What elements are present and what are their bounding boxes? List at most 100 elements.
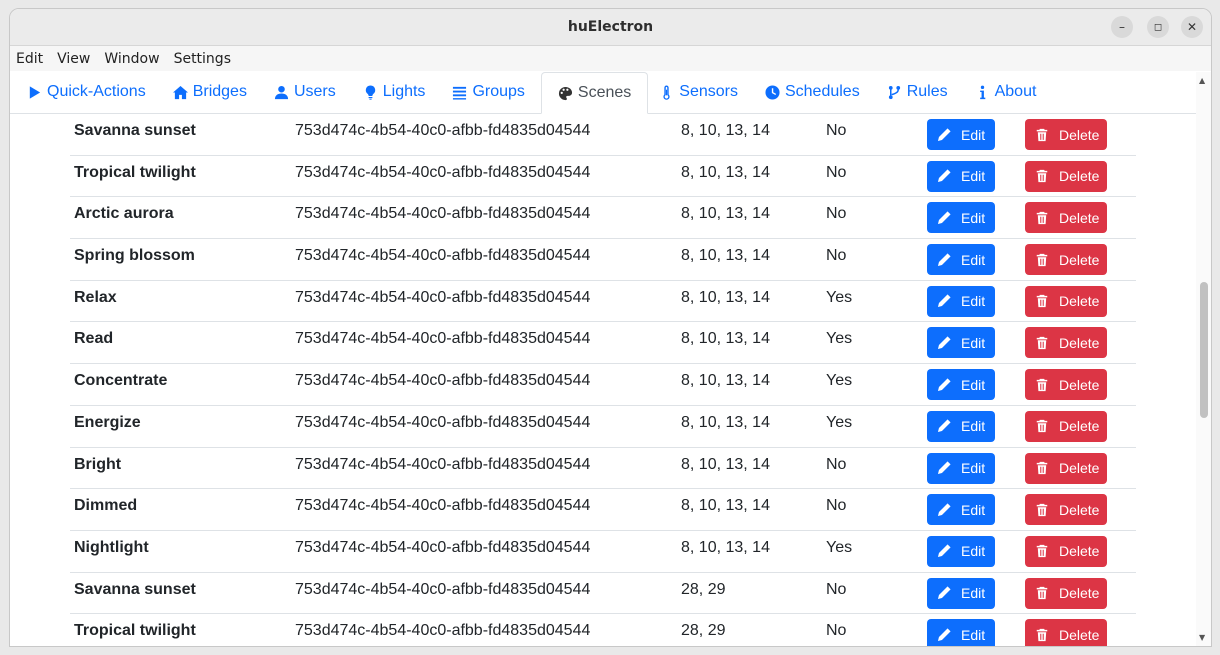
delete-label: Delete [1059,251,1100,268]
close-icon: ✕ [1186,20,1198,34]
edit-button[interactable]: Edit [927,119,995,150]
edit-label: Edit [961,293,986,310]
edit-label: Edit [961,543,986,560]
delete-button[interactable]: Delete [1025,619,1107,646]
scrollbar[interactable]: ▲ ▼ [1196,72,1211,646]
scene-lights: 8, 10, 13, 14 [681,497,770,515]
delete-label: Delete [1059,126,1100,143]
edit-button[interactable]: Edit [927,160,995,192]
tab-lights[interactable]: Lights [352,71,442,113]
scene-recycle: Yes [826,372,853,390]
pencil-icon [937,628,961,642]
edit-button[interactable]: Edit [927,577,995,609]
scene-name: Arctic aurora [74,205,174,223]
minimize-button[interactable]: – [1111,16,1133,38]
edit-button[interactable]: Edit [927,285,995,317]
tab-quick-actions[interactable]: Quick-Actions [16,71,162,113]
info-icon [975,85,995,100]
scene-name: Nightlight [74,538,149,556]
scene-lights: 8, 10, 13, 14 [681,455,770,473]
scrollbar-thumb[interactable] [1200,282,1208,418]
list-icon [452,85,472,100]
menu-view[interactable]: View [57,51,90,67]
scene-lights: 8, 10, 13, 14 [681,247,770,265]
edit-button[interactable]: Edit [927,244,995,276]
scene-lights: 8, 10, 13, 14 [681,205,770,223]
delete-button[interactable]: Delete [1025,369,1107,401]
edit-button[interactable]: Edit [927,535,995,567]
delete-button[interactable]: Delete [1025,410,1107,442]
scenes-table: Savanna sunset 753d474c-4b54-40c0-afbb-fd… [70,114,1136,646]
pencil-icon [937,378,961,392]
menu-settings[interactable]: Settings [174,51,231,67]
delete-label: Delete [1059,293,1100,310]
delete-button[interactable]: Delete [1025,535,1107,567]
maximize-button[interactable]: ◻ [1147,16,1169,38]
tab-about[interactable]: About [964,71,1053,113]
scene-id: 753d474c-4b54-40c0-afbb-fd4835d04544 [295,205,591,223]
delete-label: Delete [1059,209,1100,226]
scene-recycle: Yes [826,538,853,556]
scene-name: Tropical twilight [74,163,196,181]
scene-name: Energize [74,413,141,431]
menu-edit[interactable]: Edit [16,51,43,67]
scene-id: 753d474c-4b54-40c0-afbb-fd4835d04544 [295,330,591,348]
tab-bridges[interactable]: Bridges [162,71,263,113]
scroll-down-icon[interactable]: ▼ [1199,633,1205,642]
scene-lights: 8, 10, 13, 14 [681,413,770,431]
scene-recycle: No [826,497,847,515]
tab-label: Schedules [784,83,860,100]
delete-button[interactable]: Delete [1025,327,1107,359]
close-button[interactable]: ✕ [1181,16,1203,38]
edit-button[interactable]: Edit [927,494,995,526]
scene-name: Savanna sunset [74,580,196,598]
pencil-icon [937,127,961,142]
table-row: Concentrate 753d474c-4b54-40c0-afbb-fd483… [70,364,1136,406]
delete-button[interactable]: Delete [1025,202,1107,234]
trash-icon [1035,211,1059,225]
menu-bar: Edit View Window Settings [10,46,1211,71]
trash-icon [1035,628,1059,642]
delete-label: Delete [1059,418,1100,435]
delete-button[interactable]: Delete [1025,119,1107,150]
delete-button[interactable]: Delete [1025,160,1107,192]
tab-bar: Quick-Actions Bridges Users Lights Groups Sce… [10,72,1211,114]
delete-button[interactable]: Delete [1025,244,1107,276]
scene-recycle: No [826,622,847,640]
delete-label: Delete [1059,626,1100,643]
tab-groups[interactable]: Groups [441,71,540,113]
table-row: Tropical twilight 753d474c-4b54-40c0-afbb… [70,614,1136,646]
tab-sensors[interactable]: Sensors [648,71,754,113]
thermometer-icon [659,84,679,100]
tab-users[interactable]: Users [263,71,352,113]
scene-recycle: No [826,247,847,265]
scene-lights: 28, 29 [681,580,726,598]
scroll-up-icon[interactable]: ▲ [1199,76,1205,85]
menu-window[interactable]: Window [104,51,159,67]
edit-button[interactable]: Edit [927,202,995,234]
lightbulb-icon [363,84,383,100]
edit-button[interactable]: Edit [927,452,995,484]
delete-button[interactable]: Delete [1025,452,1107,484]
delete-label: Delete [1059,168,1100,185]
delete-button[interactable]: Delete [1025,285,1107,317]
edit-button[interactable]: Edit [927,327,995,359]
scene-name: Tropical twilight [74,622,196,640]
edit-button[interactable]: Edit [927,410,995,442]
edit-button[interactable]: Edit [927,619,995,646]
scene-id: 753d474c-4b54-40c0-afbb-fd4835d04544 [295,580,591,598]
tab-rules[interactable]: Rules [876,71,964,113]
pencil-icon [937,294,961,308]
tab-label: Rules [906,83,948,100]
scene-name: Dimmed [74,497,138,515]
tab-label: Lights [382,83,426,100]
scene-lights: 8, 10, 13, 14 [681,288,770,306]
delete-label: Delete [1059,334,1100,351]
tab-scenes[interactable]: Scenes [540,72,649,114]
scene-recycle: No [826,455,847,473]
delete-button[interactable]: Delete [1025,494,1107,526]
delete-button[interactable]: Delete [1025,577,1107,609]
edit-button[interactable]: Edit [927,369,995,401]
scene-id: 753d474c-4b54-40c0-afbb-fd4835d04544 [295,288,591,306]
tab-schedules[interactable]: Schedules [754,71,876,113]
